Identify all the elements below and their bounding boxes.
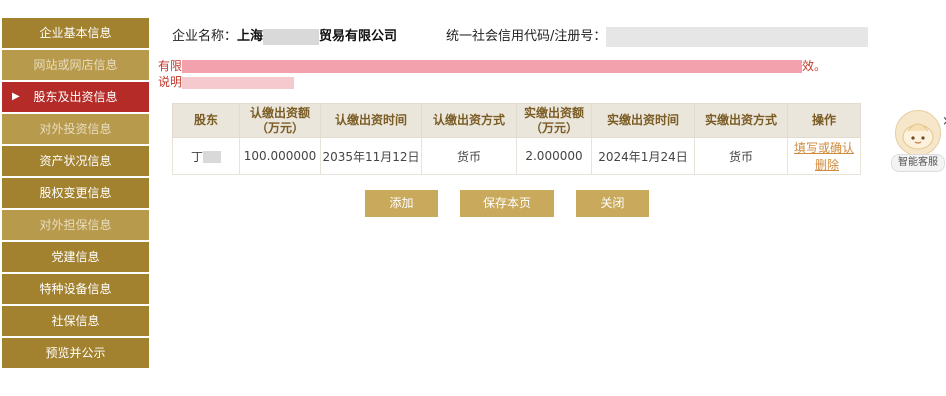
sidebar-item-label: 对外担保信息 (39, 218, 112, 232)
table-row: 丁 100.000000 2035年11月12日 货币 2.000000 202… (172, 137, 861, 175)
sidebar-item-assets[interactable]: 资产状况信息 (2, 146, 149, 176)
sidebar-item-label: 企业基本信息 (39, 26, 112, 40)
sidebar-item-label: 对外投资信息 (39, 122, 112, 136)
table-header-row: 股东 认缴出资额（万元） 认缴出资时间 认缴出资方式 实缴出资额（万元） 实缴出… (172, 103, 861, 138)
notice-line-1-end: 效。 (802, 59, 827, 73)
close-button[interactable]: 关闭 (576, 190, 649, 217)
close-icon[interactable]: × (942, 114, 946, 129)
sidebar-item-label: 股权变更信息 (39, 186, 112, 200)
notice-line-2: 说明 (158, 73, 295, 90)
paid-method-cell: 货币 (694, 137, 788, 175)
shareholder-cell: 丁 (172, 137, 240, 175)
sidebar-item-basic-info[interactable]: 企业基本信息 (2, 18, 149, 48)
sidebar-item-label: 资产状况信息 (39, 154, 112, 168)
sidebar-item-social-security[interactable]: 社保信息 (2, 306, 149, 336)
edit-confirm-link[interactable]: 填写或确认 (794, 141, 854, 155)
column-header: 操作 (787, 103, 861, 138)
company-name-label: 企业名称： (172, 29, 238, 44)
sidebar-item-label: 党建信息 (51, 250, 100, 264)
sidebar-item-guarantee[interactable]: 对外担保信息 (2, 210, 149, 240)
sidebar-item-label: 股东及出资信息 (33, 90, 118, 104)
actions-cell: 填写或确认 删除 (787, 137, 861, 175)
column-header: 实缴出资方式 (694, 103, 788, 138)
notice-line-1: 有限 效。 (158, 57, 826, 74)
column-header: 认缴出资额（万元） (239, 103, 321, 138)
subscribed-date-cell: 2035年11月12日 (320, 137, 422, 175)
bot-label: 智能客服 (891, 154, 945, 172)
notice-line-1-start: 有限 (158, 59, 183, 73)
company-name-row: 企业名称：上海 贸易有限公司 (172, 25, 397, 45)
company-name-suffix: 贸易有限公司 (319, 29, 398, 44)
sidebar-item-label: 预览并公示 (45, 346, 106, 360)
company-name-prefix: 上海 (237, 29, 264, 44)
sidebar-item-investment[interactable]: 对外投资信息 (2, 114, 149, 144)
sidebar-item-shareholders[interactable]: ▶ 股东及出资信息 (2, 82, 149, 112)
save-page-button[interactable]: 保存本页 (460, 190, 554, 217)
column-header: 认缴出资时间 (320, 103, 422, 138)
column-header: 实缴出资额（万元） (516, 103, 592, 138)
redacted-block (263, 28, 320, 45)
sidebar: 企业基本信息 网站或网店信息 ▶ 股东及出资信息 对外投资信息 资产状况信息 股权… (2, 18, 149, 370)
delete-link[interactable]: 删除 (815, 158, 839, 172)
sidebar-item-preview[interactable]: 预览并公示 (2, 338, 149, 368)
shareholder-table: 股东 认缴出资额（万元） 认缴出资时间 认缴出资方式 实缴出资额（万元） 实缴出… (172, 103, 861, 175)
subscribed-method-cell: 货币 (421, 137, 517, 175)
paid-amount-cell: 2.000000 (516, 137, 592, 175)
bot-mascot-icon (895, 110, 941, 156)
redacted-block (203, 151, 221, 163)
notice-line-2-start: 说明 (158, 75, 183, 89)
redacted-block (182, 60, 803, 73)
column-header: 股东 (172, 103, 240, 138)
paid-date-cell: 2024年1月24日 (591, 137, 695, 175)
sidebar-item-equity-change[interactable]: 股权变更信息 (2, 178, 149, 208)
credit-code-label: 统一社会信用代码/注册号： (446, 29, 607, 44)
sidebar-item-label: 社保信息 (51, 314, 100, 328)
subscribed-amount-cell: 100.000000 (239, 137, 321, 175)
sidebar-item-party[interactable]: 党建信息 (2, 242, 149, 272)
redacted-block (606, 26, 869, 47)
credit-code-row: 统一社会信用代码/注册号： (446, 25, 869, 47)
column-header: 实缴出资时间 (591, 103, 695, 138)
sidebar-item-label: 特种设备信息 (39, 282, 112, 296)
customer-service-widget[interactable]: 智能客服 × (891, 110, 946, 172)
add-button[interactable]: 添加 (365, 190, 438, 217)
column-header: 认缴出资方式 (421, 103, 517, 138)
sidebar-item-label: 网站或网店信息 (33, 58, 118, 72)
triangle-right-icon: ▶ (12, 91, 20, 102)
redacted-block (182, 76, 295, 89)
sidebar-item-website[interactable]: 网站或网店信息 (2, 50, 149, 80)
sidebar-item-equipment[interactable]: 特种设备信息 (2, 274, 149, 304)
